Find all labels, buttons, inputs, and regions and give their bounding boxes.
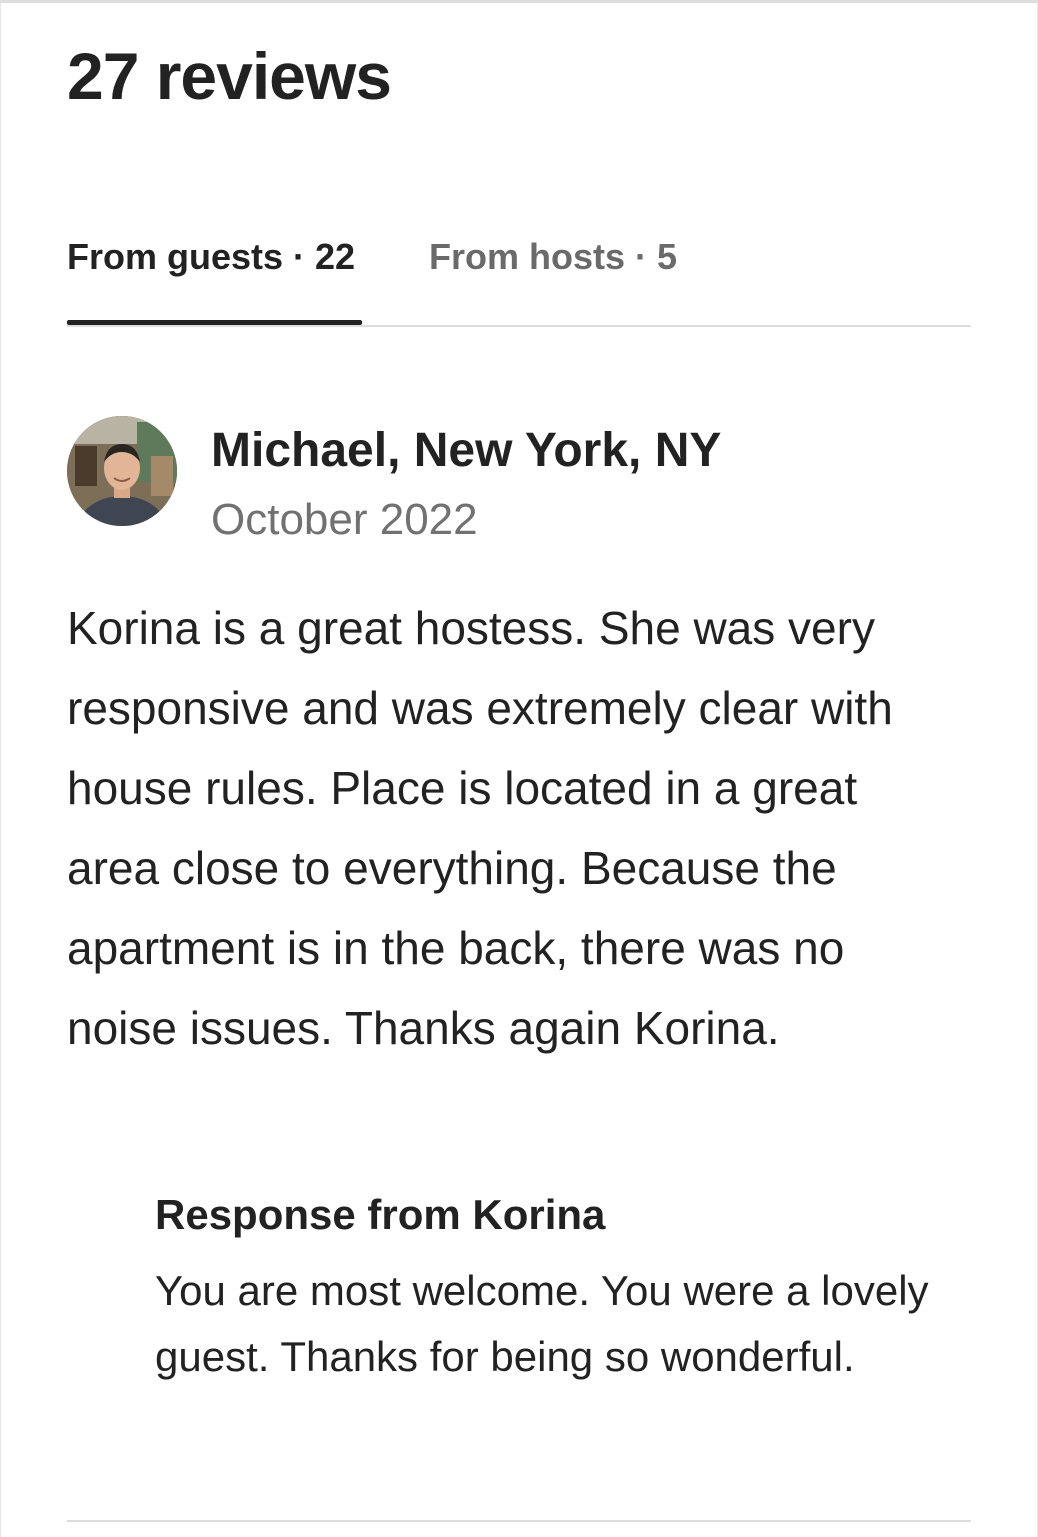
tab-from-guests[interactable]: From guests · 22 [67,230,355,284]
avatar-photo-icon [67,416,177,526]
tab-from-hosts[interactable]: From hosts · 5 [429,230,677,284]
response-title: Response from Korina [155,1191,606,1238]
review-divider [67,1520,971,1522]
reviews-count-title: 27 reviews [67,39,392,113]
review-date: October 2022 [211,495,478,544]
review-tabs: From guests · 22 From hosts · 5 [67,230,971,328]
tabs-divider [67,325,971,327]
response-text: You are most welcome. You were a lovely … [155,1267,929,1380]
review-text: Korina is a great hostess. She was very … [67,602,893,1054]
reviewer-name: Michael, New York, NY [211,424,722,477]
reviewer-avatar[interactable] [67,416,177,526]
host-response: Response from Korina You are most welcom… [155,1186,955,1390]
